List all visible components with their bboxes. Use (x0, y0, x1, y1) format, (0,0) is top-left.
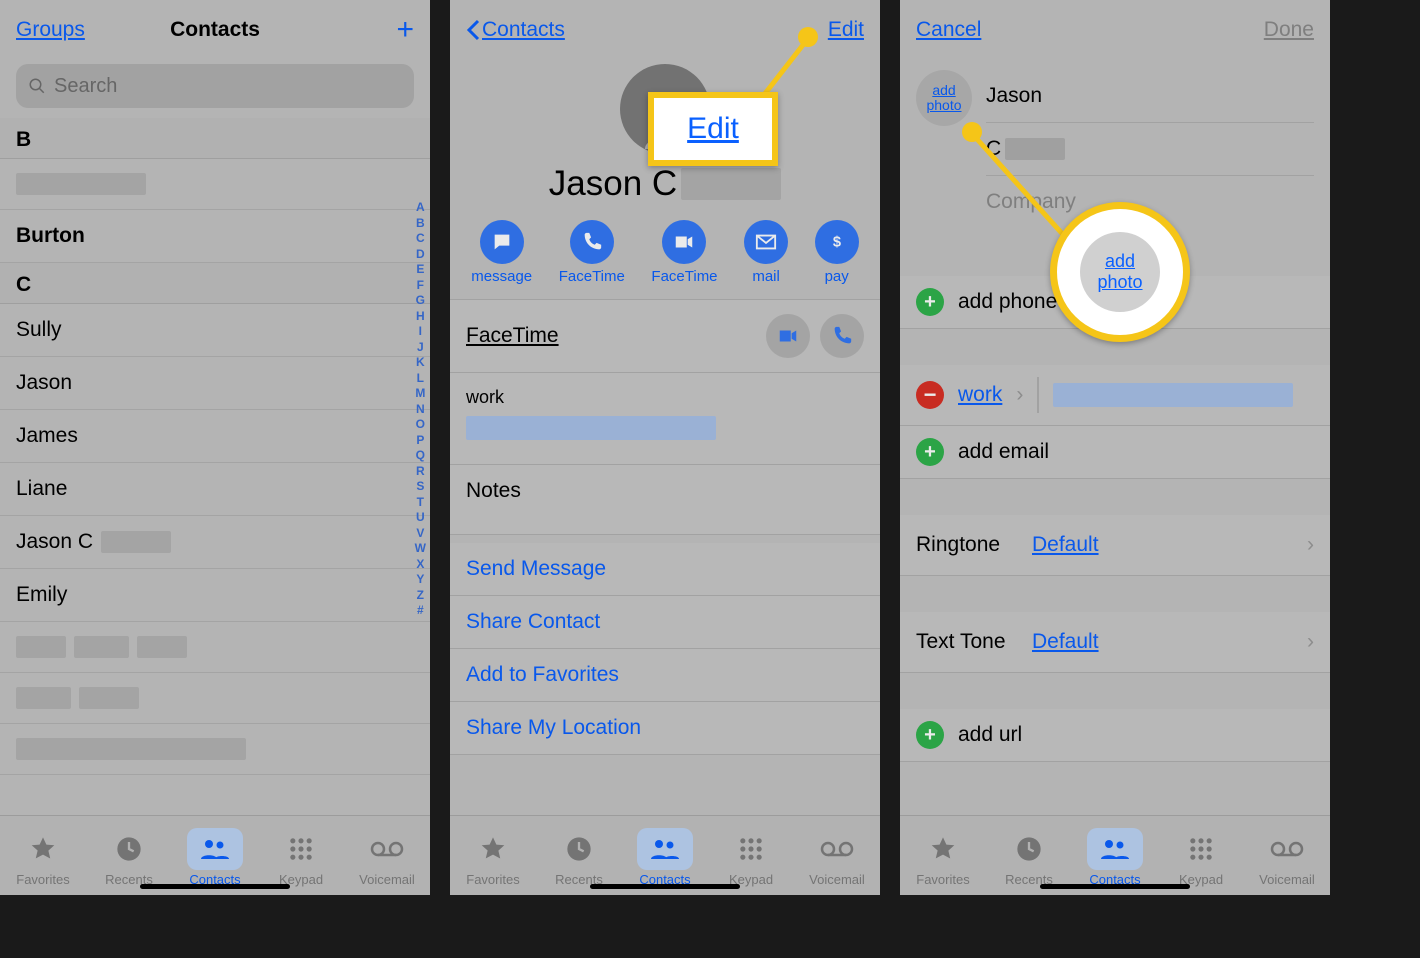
header: Cancel Done (900, 0, 1330, 60)
list-item[interactable]: James (0, 410, 430, 463)
list-item[interactable]: Emily (0, 569, 430, 622)
alpha-index[interactable]: ABCDEFGHIJKLMNOPQRSTUVWXYZ# (415, 200, 426, 619)
contact-detail-screen: Contacts Edit Jason C message FaceTime F… (450, 0, 880, 895)
tab-keypad[interactable]: Keypad (265, 828, 337, 887)
chevron-left-icon (466, 19, 480, 41)
header: Groups Contacts + (0, 0, 430, 60)
facetime-video-button[interactable] (766, 314, 810, 358)
tab-favorites[interactable]: Favorites (907, 828, 979, 887)
section-header-c: C (0, 263, 430, 304)
add-url-row[interactable]: + add url (900, 709, 1330, 762)
last-name-field[interactable]: C (986, 123, 1314, 176)
home-indicator[interactable] (1040, 884, 1190, 889)
chevron-right-icon: › (1307, 630, 1314, 654)
mail-action[interactable]: mail (744, 220, 788, 285)
work-email-row[interactable]: work (450, 373, 880, 465)
tab-voicemail[interactable]: Voicemail (801, 828, 873, 887)
plus-icon: + (916, 438, 944, 466)
plus-icon: + (916, 721, 944, 749)
edit-callout: Edit (648, 92, 778, 166)
tab-contacts[interactable]: Contacts (1079, 828, 1151, 887)
list-item[interactable]: Burton (0, 210, 430, 263)
notes-row[interactable]: Notes (450, 465, 880, 535)
tab-recents[interactable]: Recents (993, 828, 1065, 887)
pay-action[interactable]: $pay (815, 220, 859, 285)
search-placeholder: Search (54, 75, 117, 98)
back-button[interactable]: Contacts (466, 18, 565, 42)
home-indicator[interactable] (590, 884, 740, 889)
tab-voicemail[interactable]: Voicemail (1251, 828, 1323, 887)
plus-icon: + (916, 288, 944, 316)
contacts-list-screen: Groups Contacts + Search B Burton C Sull… (0, 0, 430, 895)
tab-contacts[interactable]: Contacts (179, 828, 251, 887)
edit-contact-screen: Cancel Done add photo Jason C Company + … (900, 0, 1330, 895)
cancel-button[interactable]: Cancel (916, 18, 981, 42)
tab-bar: FavoritesRecentsContactsKeypadVoicemail (450, 815, 880, 895)
list-item[interactable] (0, 159, 430, 210)
done-button[interactable]: Done (1264, 18, 1314, 42)
tab-recents[interactable]: Recents (543, 828, 615, 887)
add-contact-button[interactable]: + (396, 13, 414, 47)
message-action[interactable]: message (471, 220, 532, 285)
list-item[interactable]: Jason C (0, 516, 430, 569)
list-item[interactable]: Sully (0, 304, 430, 357)
work-label: work (466, 387, 864, 408)
share-contact-link[interactable]: Share Contact (450, 596, 880, 649)
facetime-label: FaceTime (466, 324, 559, 348)
callout-anchor (962, 122, 982, 142)
first-name-field[interactable]: Jason (986, 70, 1314, 123)
quick-actions: message FaceTime FaceTime mail $pay (450, 214, 880, 300)
search-input[interactable]: Search (16, 64, 414, 108)
texttone-row[interactable]: Text Tone Default › (900, 612, 1330, 673)
work-email-edit-row[interactable]: − work › (900, 365, 1330, 426)
chevron-right-icon: › (1307, 533, 1314, 557)
facetime-video-action[interactable]: FaceTime (651, 220, 717, 285)
contact-name: Jason C (450, 164, 880, 214)
share-location-link[interactable]: Share My Location (450, 702, 880, 755)
tab-favorites[interactable]: Favorites (457, 828, 529, 887)
add-favorites-link[interactable]: Add to Favorites (450, 649, 880, 702)
tab-favorites[interactable]: Favorites (7, 828, 79, 887)
facetime-row: FaceTime (450, 300, 880, 373)
callout-anchor (798, 27, 818, 47)
tab-bar: FavoritesRecentsContactsKeypadVoicemail (0, 815, 430, 895)
groups-link[interactable]: Groups (16, 18, 85, 42)
tab-recents[interactable]: Recents (93, 828, 165, 887)
list-item[interactable] (0, 673, 430, 724)
home-indicator[interactable] (140, 884, 290, 889)
tab-keypad[interactable]: Keypad (715, 828, 787, 887)
page-title: Contacts (170, 18, 260, 42)
addphoto-callout: add photo (1050, 202, 1190, 342)
add-photo-button[interactable]: add photo (916, 70, 972, 126)
chevron-right-icon: › (1016, 383, 1023, 407)
minus-icon[interactable]: − (916, 381, 944, 409)
tab-keypad[interactable]: Keypad (1165, 828, 1237, 887)
list-item[interactable]: Jason (0, 357, 430, 410)
list-item[interactable]: Liane (0, 463, 430, 516)
list-item[interactable] (0, 622, 430, 673)
edit-button[interactable]: Edit (828, 18, 864, 42)
send-message-link[interactable]: Send Message (450, 543, 880, 596)
add-email-row[interactable]: + add email (900, 426, 1330, 479)
tab-bar: FavoritesRecentsContactsKeypadVoicemail (900, 815, 1330, 895)
list-item[interactable] (0, 724, 430, 775)
svg-text:$: $ (833, 235, 841, 251)
ringtone-row[interactable]: Ringtone Default › (900, 515, 1330, 576)
tab-voicemail[interactable]: Voicemail (351, 828, 423, 887)
section-header-b: B (0, 118, 430, 159)
search-icon (28, 77, 46, 95)
facetime-audio-action[interactable]: FaceTime (559, 220, 625, 285)
contacts-list[interactable]: B Burton C Sully Jason James Liane Jason… (0, 118, 430, 815)
facetime-call-button[interactable] (820, 314, 864, 358)
tab-contacts[interactable]: Contacts (629, 828, 701, 887)
